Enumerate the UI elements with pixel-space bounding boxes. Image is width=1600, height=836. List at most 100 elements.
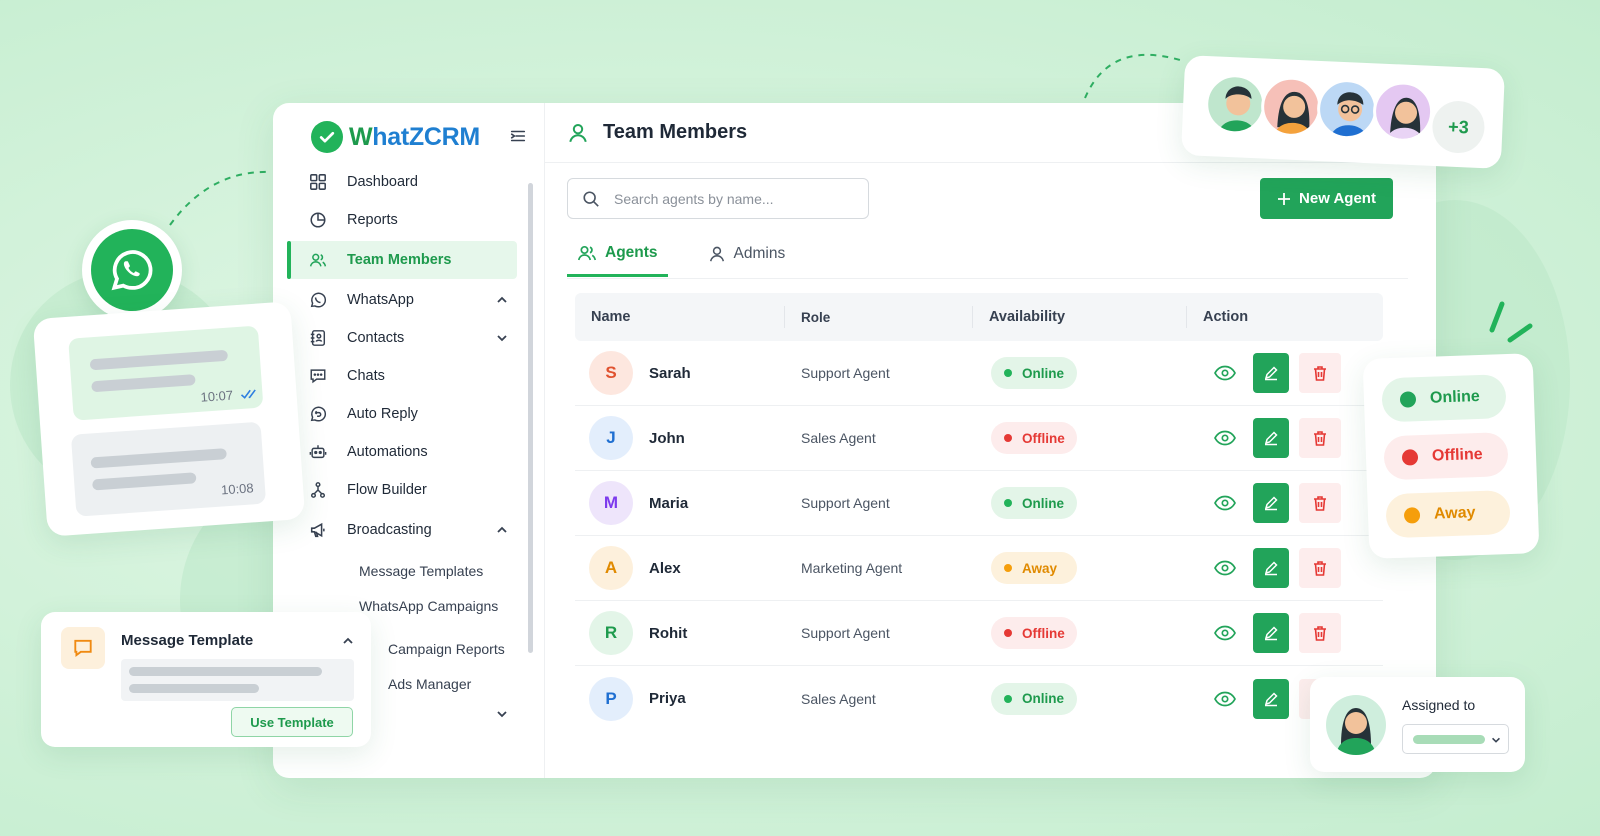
view-button[interactable] [1207, 485, 1243, 521]
table-row[interactable]: A Alex Marketing Agent Away [575, 536, 1383, 601]
availability-cell: Away [973, 552, 1187, 584]
tabs-divider [567, 278, 1408, 279]
view-button[interactable] [1207, 681, 1243, 717]
sidebar-item-dashboard[interactable]: Dashboard [287, 163, 517, 201]
search-icon [583, 190, 599, 207]
pencil-icon [1264, 366, 1278, 381]
chevron-down-icon[interactable] [495, 707, 509, 721]
sidebar-scrollbar[interactable] [528, 183, 533, 653]
pencil-icon [1264, 691, 1278, 706]
action-cell [1187, 353, 1383, 393]
sidebar-item-label: Automations [347, 444, 428, 460]
whatsapp-icon [310, 292, 327, 308]
eye-icon [1214, 691, 1236, 706]
trash-icon [1314, 430, 1326, 446]
trash-icon [1314, 625, 1326, 641]
column-header-name[interactable]: Name [575, 306, 785, 328]
pencil-icon [1264, 626, 1278, 641]
delete-button[interactable] [1299, 483, 1341, 523]
message-icon [61, 627, 105, 669]
whatsapp-logo-icon [311, 121, 343, 153]
avatar [1203, 73, 1267, 136]
edit-button[interactable] [1253, 353, 1289, 393]
trash-icon [1314, 365, 1326, 381]
sidebar-item-flow-builder[interactable]: Flow Builder [287, 471, 517, 509]
message-time: 10:08 [220, 480, 255, 498]
sidebar-item-team-members[interactable]: Team Members [287, 241, 517, 279]
sidebar-item-automations[interactable]: Automations [287, 433, 517, 471]
table-row[interactable]: S Sarah Support Agent Online [575, 341, 1383, 406]
chevron-up-icon[interactable] [341, 634, 355, 648]
user-icon [569, 123, 587, 142]
sidebar-item-auto-reply[interactable]: Auto Reply [287, 395, 517, 433]
status-badge: Online [991, 487, 1077, 519]
view-button[interactable] [1207, 420, 1243, 456]
delete-button[interactable] [1299, 353, 1341, 393]
template-title: Message Template [121, 632, 254, 649]
column-header-role[interactable]: Role [785, 306, 973, 328]
assignee-select[interactable] [1402, 724, 1509, 754]
status-badge: Offline [991, 422, 1077, 454]
chevron-up-icon[interactable] [495, 293, 509, 307]
name-cell: R Rohit [575, 611, 785, 655]
action-cell [1187, 418, 1383, 458]
users-icon [309, 253, 327, 267]
tab-label: Admins [733, 245, 786, 262]
edit-button[interactable] [1253, 483, 1289, 523]
sidebar-item-label: Auto Reply [347, 406, 418, 422]
logo[interactable]: WhatZCRM [311, 121, 480, 153]
sidebar-item-chats[interactable]: Chats [287, 357, 517, 395]
edit-button[interactable] [1253, 548, 1289, 588]
more-members-count[interactable]: +3 [1431, 99, 1486, 155]
tab-label: Agents [605, 243, 658, 261]
view-button[interactable] [1207, 550, 1243, 586]
avatar: A [589, 546, 633, 590]
chevron-up-icon[interactable] [495, 523, 509, 537]
chat-preview-card: 10:07 10:08 [32, 301, 306, 537]
table-row[interactable]: M Maria Support Agent Online [575, 471, 1383, 536]
app-window: WhatZCRM Dashboard Reports Team Members … [273, 103, 1436, 778]
table-row[interactable]: P Priya Sales Agent Online [575, 666, 1383, 731]
avatar: R [589, 611, 633, 655]
chat-icon [310, 369, 326, 384]
agent-role: Sales Agent [801, 690, 876, 707]
status-online: Online [1381, 374, 1507, 423]
search-input[interactable] [614, 190, 834, 207]
menu-collapse-icon[interactable] [509, 127, 527, 145]
name-cell: A Alex [575, 546, 785, 590]
chevron-down-icon[interactable] [495, 331, 509, 345]
column-header-availability[interactable]: Availability [973, 306, 1187, 328]
tab-admins[interactable]: Admins [698, 231, 796, 277]
delete-button[interactable] [1299, 548, 1341, 588]
brand-name: WhatZCRM [349, 122, 480, 151]
delete-button[interactable] [1299, 613, 1341, 653]
avatar: M [589, 481, 633, 525]
view-button[interactable] [1207, 615, 1243, 651]
whatsapp-badge [82, 220, 182, 320]
sidebar-item-label: Team Members [347, 252, 452, 268]
delete-button[interactable] [1299, 418, 1341, 458]
new-agent-button[interactable]: New Agent [1260, 178, 1393, 219]
use-template-button[interactable]: Use Template [231, 707, 353, 737]
table-row[interactable]: J John Sales Agent Offline [575, 406, 1383, 471]
flow-icon [310, 482, 326, 498]
tab-agents[interactable]: Agents [567, 231, 668, 277]
sidebar-subitem-message-templates[interactable]: Message Templates [287, 553, 517, 588]
sidebar-item-whatsapp[interactable]: WhatsApp [287, 281, 517, 319]
sidebar-item-reports[interactable]: Reports [287, 201, 517, 239]
main-content: Team Members New Agent Agents Admins Nam… [545, 103, 1436, 778]
sidebar-item-label: Broadcasting [347, 522, 432, 538]
users-icon [577, 245, 597, 260]
column-header-action: Action [1203, 309, 1249, 325]
edit-button[interactable] [1253, 613, 1289, 653]
edit-button[interactable] [1253, 678, 1289, 719]
view-button[interactable] [1207, 355, 1243, 391]
status-badge: Offline [991, 617, 1077, 649]
sidebar-item-broadcasting[interactable]: Broadcasting [287, 511, 517, 549]
edit-button[interactable] [1253, 418, 1289, 458]
whatsapp-icon [91, 229, 173, 311]
assigned-to-title: Assigned to [1402, 697, 1476, 713]
search-box[interactable] [567, 178, 869, 219]
sidebar-item-contacts[interactable]: Contacts [287, 319, 517, 357]
table-row[interactable]: R Rohit Support Agent Offline [575, 601, 1383, 666]
